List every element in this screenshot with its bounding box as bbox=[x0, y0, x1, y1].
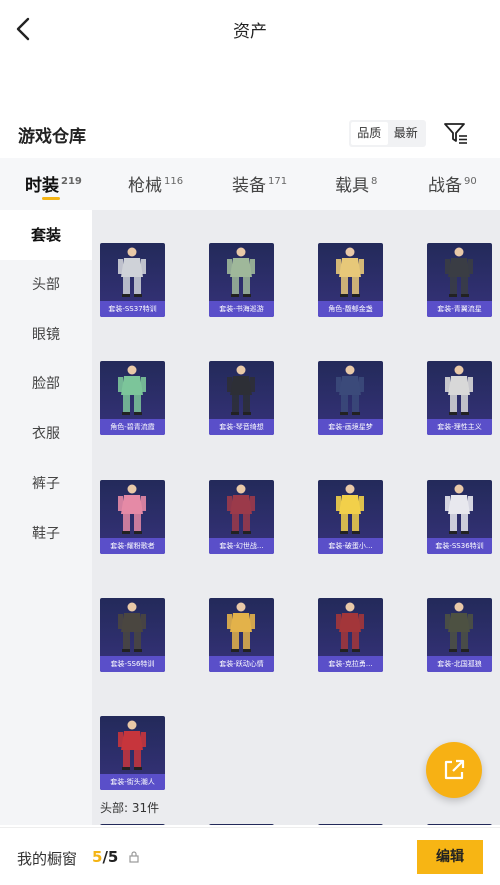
edit-button[interactable]: 编辑 bbox=[417, 840, 483, 874]
page-title: 资产 bbox=[233, 22, 267, 42]
outfit-figure-icon bbox=[118, 365, 146, 415]
showcase-label: 我的橱窗 bbox=[17, 850, 78, 868]
item-name: 套装-破蛋小... bbox=[318, 538, 383, 554]
item-name: 套装-画境星梦 bbox=[318, 419, 383, 435]
item-card[interactable]: 套装-SS36特训 bbox=[427, 480, 492, 554]
sort-toggle: 品质 最新 bbox=[349, 120, 426, 147]
outfit-figure-icon bbox=[118, 720, 146, 770]
item-card[interactable]: 套装-青翼流星 bbox=[427, 243, 492, 317]
item-card[interactable]: 角色-碧青流霞 bbox=[100, 361, 165, 435]
sidebar-item-head[interactable]: 头部 bbox=[0, 260, 92, 310]
item-name: 套装-书海巡游 bbox=[209, 301, 274, 317]
share-out-icon bbox=[444, 759, 465, 780]
item-card[interactable]: 套装-SS37特训 bbox=[100, 243, 165, 317]
tab-vehicles[interactable]: 载具 8 bbox=[335, 171, 377, 196]
item-name: 套装-幻世战... bbox=[209, 538, 274, 554]
item-card-peek[interactable] bbox=[318, 824, 383, 825]
item-card[interactable]: 套装-耀粉歌者 bbox=[100, 480, 165, 554]
item-name: 套装-SS6特训 bbox=[100, 656, 165, 672]
item-card-peek[interactable] bbox=[427, 824, 492, 825]
showcase-count: 5/5 bbox=[92, 848, 119, 866]
item-name: 角色-碧青流霞 bbox=[100, 419, 165, 435]
item-name: 套装-克拉勇... bbox=[318, 656, 383, 672]
item-card[interactable]: 套装-跃动心情 bbox=[209, 598, 274, 672]
warehouse-title: 游戏仓库 bbox=[18, 127, 86, 147]
filter-icon[interactable] bbox=[442, 120, 470, 146]
item-card[interactable]: 套装-画境星梦 bbox=[318, 361, 383, 435]
lock-icon bbox=[129, 851, 139, 863]
outfit-figure-icon bbox=[445, 484, 473, 534]
item-name: 套装-跃动心情 bbox=[209, 656, 274, 672]
item-card[interactable]: 套装-克拉勇... bbox=[318, 598, 383, 672]
item-card[interactable]: 套装-破蛋小... bbox=[318, 480, 383, 554]
item-name: 套装-北国孤狼 bbox=[427, 656, 492, 672]
outfit-figure-icon bbox=[336, 365, 364, 415]
item-grid: 头部: 31件 套装-SS37特训 套装-书海巡游 角色-馥郁金盏 套装-青翼流星角色… bbox=[92, 210, 500, 825]
outfit-figure-icon bbox=[445, 365, 473, 415]
tab-fashion[interactable]: 时装 219 bbox=[25, 171, 82, 196]
share-button[interactable] bbox=[426, 742, 482, 798]
sidebar-item-face[interactable]: 脸部 bbox=[0, 359, 92, 409]
category-tabs: 时装 219 枪械 116 装备 171 载具 8 战备 90 bbox=[0, 158, 500, 210]
item-name: 套装-街头潮人 bbox=[100, 774, 165, 790]
item-card[interactable]: 套装-琴音绮想 bbox=[209, 361, 274, 435]
outfit-figure-icon bbox=[118, 247, 146, 297]
outfit-figure-icon bbox=[227, 247, 255, 297]
active-tab-indicator bbox=[42, 197, 60, 200]
item-card[interactable]: 套装-北国孤狼 bbox=[427, 598, 492, 672]
item-name: 套装-青翼流星 bbox=[427, 301, 492, 317]
outfit-figure-icon bbox=[118, 484, 146, 534]
top-bar: 资产 bbox=[0, 0, 500, 58]
showcase-bar: 我的橱窗 5/5 编辑 bbox=[0, 827, 500, 885]
outfit-figure-icon bbox=[227, 602, 255, 652]
outfit-figure-icon bbox=[336, 602, 364, 652]
item-name: 套装-SS36特训 bbox=[427, 538, 492, 554]
outfit-figure-icon bbox=[445, 602, 473, 652]
item-name: 套装-理性主义 bbox=[427, 419, 492, 435]
outfit-figure-icon bbox=[445, 247, 473, 297]
outfit-figure-icon bbox=[336, 484, 364, 534]
item-card-peek[interactable] bbox=[100, 824, 165, 825]
tab-supplies[interactable]: 战备 90 bbox=[428, 171, 477, 196]
tab-equipment[interactable]: 装备 171 bbox=[232, 171, 287, 196]
subcategory-sidebar: 套装 头部 眼镜 脸部 衣服 裤子 鞋子 bbox=[0, 210, 92, 825]
item-name: 套装-SS37特训 bbox=[100, 301, 165, 317]
item-name: 角色-馥郁金盏 bbox=[318, 301, 383, 317]
sidebar-item-pants[interactable]: 裤子 bbox=[0, 459, 92, 509]
sort-quality-option[interactable]: 品质 bbox=[351, 122, 388, 145]
sidebar-item-outfit[interactable]: 套装 bbox=[0, 210, 92, 260]
sort-newest-option[interactable]: 最新 bbox=[388, 122, 425, 145]
item-name: 套装-耀粉歌者 bbox=[100, 538, 165, 554]
section-label-head: 头部: 31件 bbox=[100, 801, 160, 815]
item-card-peek[interactable] bbox=[209, 824, 274, 825]
item-card[interactable]: 套装-幻世战... bbox=[209, 480, 274, 554]
tab-weapons[interactable]: 枪械 116 bbox=[128, 171, 183, 196]
outfit-figure-icon bbox=[227, 365, 255, 415]
item-name: 套装-琴音绮想 bbox=[209, 419, 274, 435]
outfit-figure-icon bbox=[118, 602, 146, 652]
sidebar-item-clothes[interactable]: 衣服 bbox=[0, 409, 92, 459]
sidebar-item-glasses[interactable]: 眼镜 bbox=[0, 310, 92, 360]
outfit-figure-icon bbox=[336, 247, 364, 297]
outfit-figure-icon bbox=[227, 484, 255, 534]
sidebar-item-shoes[interactable]: 鞋子 bbox=[0, 509, 92, 559]
item-card[interactable]: 套装-书海巡游 bbox=[209, 243, 274, 317]
item-card[interactable]: 角色-馥郁金盏 bbox=[318, 243, 383, 317]
item-card[interactable]: 套装-街头潮人 bbox=[100, 716, 165, 790]
item-card[interactable]: 套装-SS6特训 bbox=[100, 598, 165, 672]
item-card[interactable]: 套装-理性主义 bbox=[427, 361, 492, 435]
